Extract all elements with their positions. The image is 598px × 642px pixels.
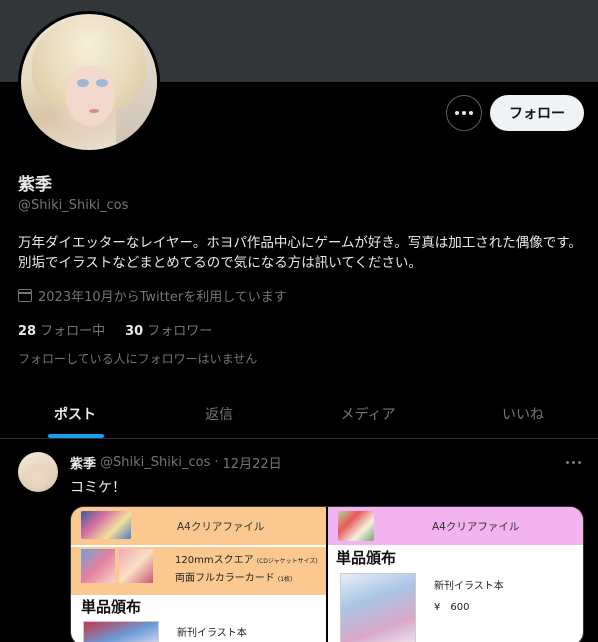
post-header: 紫季 @Shiki_Shiki_cos · 12月22日 [70,453,282,472]
card-thumbnail-1 [81,549,115,583]
avatar-image [21,14,157,150]
post-avatar[interactable] [18,452,58,492]
follow-stats: 28 フォロー中 30 フォロワー [18,320,212,339]
ellipsis-icon [455,111,473,115]
profile-name: 紫季 [18,175,52,195]
clearfile-thumbnail [81,511,131,539]
card-thumbnail-2 [119,549,153,583]
mutual-followers-note: フォローしている人にフォロワーはいません [18,352,258,366]
tab-likes[interactable]: いいね [448,390,598,438]
left-section-title: 単品頒布 [81,598,142,616]
right-item-price: ¥ 600 [434,602,470,613]
post-date[interactable]: 12月22日 [223,453,282,472]
profile-avatar[interactable] [18,11,160,153]
left-panel-header: A4クリアファイル [71,507,326,545]
book-cover-left [83,621,159,642]
post-author-name[interactable]: 紫季 [70,453,96,472]
post-media[interactable]: A4クリアファイル 120mmスクエア (CDジャケットサイズ) 両面フルカラー… [70,506,584,642]
calendar-icon [18,289,32,302]
left-panel-middle: 120mmスクエア (CDジャケットサイズ) 両面フルカラーカード (1枚) [71,547,326,595]
joined-text: 2023年10月からTwitterを利用しています [38,290,287,305]
post-author-handle[interactable]: @Shiki_Shiki_cos [100,455,210,470]
book-cover-right [340,573,416,642]
profile-tabs: ポスト 返信 メディア いいね [0,390,598,439]
more-options-button[interactable] [446,95,482,131]
post-separator: · [214,455,219,470]
profile-handle: @Shiki_Shiki_cos [18,198,129,213]
tab-posts[interactable]: ポスト [0,390,150,438]
post-more-icon[interactable] [566,461,581,464]
right-section-title: 単品頒布 [336,549,397,567]
followers-link[interactable]: 30 フォロワー [125,320,212,339]
follow-button[interactable]: フォロー [490,95,584,131]
media-image-left[interactable]: A4クリアファイル 120mmスクエア (CDジャケットサイズ) 両面フルカラー… [71,507,326,642]
following-link[interactable]: 28 フォロー中 [18,320,105,339]
tab-replies[interactable]: 返信 [150,390,288,438]
left-item-label: 新刊イラスト本 [177,628,247,639]
media-image-right[interactable]: A4クリアファイル 単品頒布 新刊イラスト本 ¥ 600 [328,507,583,642]
tab-media[interactable]: メディア [288,390,448,438]
clearfile-thumbnail [338,511,374,541]
post-item[interactable]: 紫季 @Shiki_Shiki_cos · 12月22日 コミケ！ A4クリアフ… [0,439,598,642]
right-panel-header: A4クリアファイル [328,507,583,545]
joined-date: 2023年10月からTwitterを利用しています [18,286,287,305]
post-text: コミケ！ [70,480,126,496]
profile-bio: 万年ダイエッターなレイヤー。ホヨパ作品中心にゲームが好き。写真は加工された偶像で… [18,235,582,271]
right-item-label: 新刊イラスト本 [434,581,504,592]
